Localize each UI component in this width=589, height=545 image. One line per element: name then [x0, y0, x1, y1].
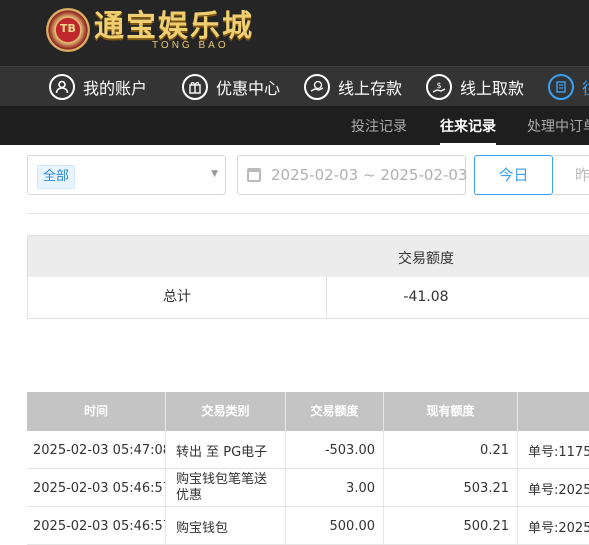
- brand-name-en: TONG BAO: [152, 39, 229, 51]
- divider: [27, 213, 589, 214]
- column-category: 交易类别: [166, 392, 286, 431]
- summary-header: 交易额度: [28, 236, 589, 277]
- withdraw-icon: $: [426, 74, 452, 100]
- nav-online-withdraw[interactable]: $ 线上取款: [426, 72, 524, 102]
- cell-amount: 500.00: [286, 507, 384, 545]
- date-range-picker[interactable]: 2025-02-03 ~ 2025-02-03: [237, 155, 468, 195]
- summary-total-label: 总计: [28, 277, 327, 318]
- summary-header-amount: 交易额度: [398, 251, 454, 267]
- cell-balance: 503.21: [384, 469, 518, 507]
- deposit-icon: [304, 74, 330, 100]
- cell-category: 购宝钱包: [166, 507, 286, 545]
- table-row: 2025-02-03 05:47:08 转出 至 PG电子 -503.00 0.…: [27, 431, 589, 469]
- cell-detail: 单号:2025: [528, 482, 589, 498]
- cell-amount: 3.00: [286, 469, 384, 507]
- tab-transaction-records[interactable]: 往来记录: [440, 116, 496, 146]
- column-time: 时间: [27, 392, 166, 431]
- cell-time: 2025-02-03 05:46:57: [27, 507, 166, 545]
- chevron-down-icon: ▼: [211, 169, 218, 179]
- cell-balance: 500.21: [384, 507, 518, 545]
- nav-promotions[interactable]: 优惠中心: [182, 72, 280, 102]
- transaction-type-select[interactable]: 全部 ▼: [27, 155, 226, 195]
- date-range-value: 2025-02-03 ~ 2025-02-03: [271, 166, 468, 184]
- svg-text:$: $: [436, 81, 441, 90]
- selected-type-tag[interactable]: 全部: [37, 165, 76, 189]
- brand-logo[interactable]: TB 通宝娱乐城 TONG BAO: [46, 8, 254, 52]
- nav-my-account[interactable]: 我的账户: [49, 72, 147, 102]
- nav-records[interactable]: 往: [548, 72, 589, 102]
- table-row: 2025-02-03 05:46:57 购宝钱包笔笔送优惠 3.00 503.2…: [27, 469, 589, 507]
- cell-amount: -503.00: [286, 431, 384, 469]
- transactions-header: 时间 交易类别 交易额度 现有额度: [27, 392, 589, 431]
- column-detail: [518, 392, 589, 431]
- nav-online-deposit[interactable]: 线上存款: [304, 72, 402, 102]
- tab-bet-records[interactable]: 投注记录: [351, 116, 407, 136]
- summary-table: 交易额度 总计 -41.08: [27, 235, 589, 319]
- cell-time: 2025-02-03 05:46:57: [27, 469, 166, 507]
- cell-balance: 0.21: [384, 431, 518, 469]
- gift-icon: [182, 74, 208, 100]
- yesterday-button[interactable]: 昨: [554, 155, 589, 195]
- column-balance: 现有额度: [384, 392, 518, 431]
- tab-pending-orders[interactable]: 处理中订单: [527, 116, 589, 136]
- today-button[interactable]: 今日: [474, 155, 553, 195]
- cell-category: 购宝钱包笔笔送优惠: [166, 469, 286, 507]
- user-icon: [49, 74, 75, 100]
- table-row: 2025-02-03 05:46:57 购宝钱包 500.00 500.21 单…: [27, 507, 589, 545]
- logo-badge-icon: TB: [46, 8, 90, 52]
- calendar-icon: [247, 168, 261, 182]
- brand-name: 通宝娱乐城: [94, 8, 254, 44]
- column-amount: 交易额度: [286, 392, 384, 431]
- summary-total-row: 总计 -41.08: [28, 277, 589, 318]
- cell-category: 转出 至 PG电子: [166, 431, 286, 469]
- top-header: TB 通宝娱乐城 TONG BAO: [0, 0, 589, 66]
- main-nav: 我的账户 优惠中心 线上存款 $ 线上取款 往: [0, 66, 589, 106]
- cell-detail: 单号:2025: [528, 520, 589, 536]
- records-icon: [548, 74, 574, 100]
- sub-nav: 投注记录 往来记录 处理中订单: [0, 106, 589, 146]
- cell-detail: 单号:1175: [528, 444, 589, 460]
- cell-time: 2025-02-03 05:47:08: [27, 431, 166, 469]
- summary-total-value: -41.08: [403, 289, 449, 305]
